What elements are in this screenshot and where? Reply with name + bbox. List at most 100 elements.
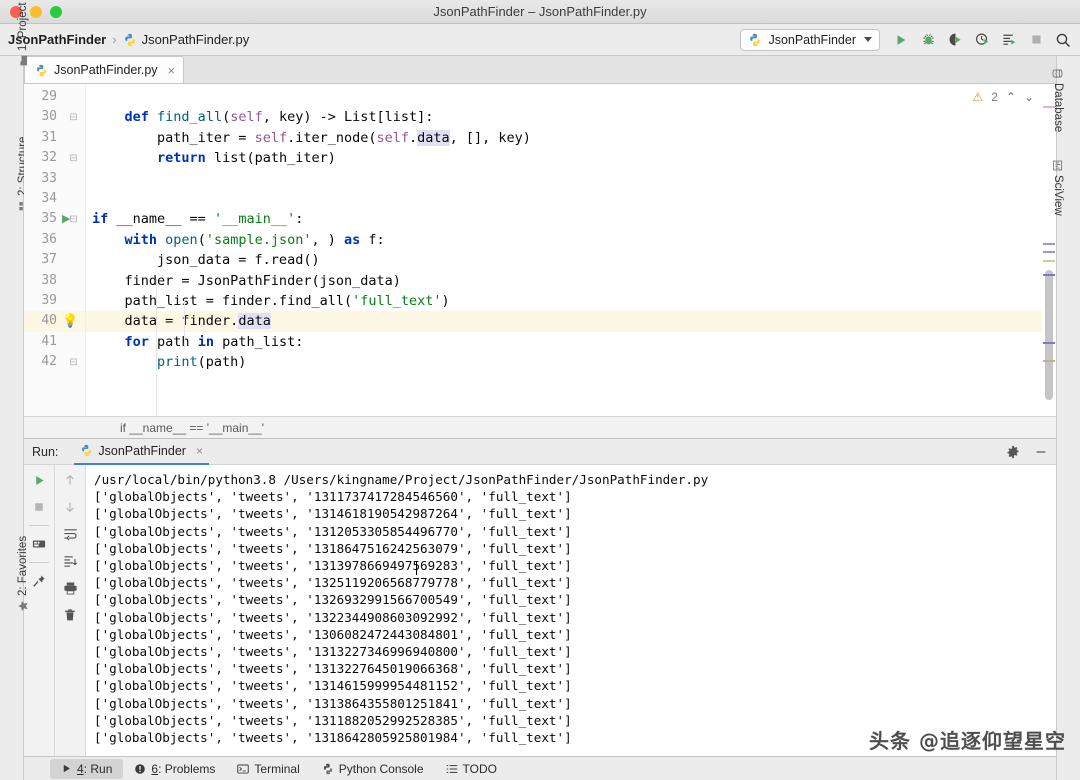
close-run-tab-icon[interactable]: × <box>196 444 203 458</box>
search-icon[interactable] <box>1054 31 1072 49</box>
console-output-line: ['globalObjects', 'tweets', '13138643558… <box>94 695 572 711</box>
editor-gutter[interactable]: 29 30 ⊟ 31 32 ⊟ 33 34 35 ⊟ ▶ 36 37 38 39 40 💡 41 42 ⊟ <box>24 84 86 416</box>
breadcrumb-file-label: JsonPathFinder.py <box>141 32 250 47</box>
console-icon[interactable] <box>30 535 48 553</box>
code-line[interactable]: print(path) <box>92 352 246 372</box>
run-line-marker[interactable]: ▶ <box>62 209 70 229</box>
code-line[interactable]: with open('sample.json', ) as f: <box>92 230 385 250</box>
code-line[interactable]: for path in path_list: <box>92 332 304 352</box>
pin-icon[interactable] <box>30 572 48 590</box>
run-with-console-icon[interactable] <box>1000 31 1018 49</box>
bottom-tool-button-problems[interactable]: 6: Problems <box>123 759 226 779</box>
code-token: data <box>417 129 450 146</box>
code-line[interactable]: finder = JsonPathFinder(json_data) <box>92 271 401 291</box>
left-tool-window-bar: 1: Project 2: Structure 2: Favorites <box>0 2 29 780</box>
console-output-line: ['globalObjects', 'tweets', '13139786694… <box>94 558 572 574</box>
sidebar-item-project[interactable]: 1: Project <box>17 2 29 66</box>
scroll-to-end-icon[interactable] <box>61 552 79 570</box>
warning-count: 2 <box>991 90 998 104</box>
run-icon[interactable] <box>892 31 910 49</box>
code-text-area[interactable]: def find_all(self, key) -> List[list]: p… <box>86 84 1056 416</box>
bottom-tool-button-terminal[interactable]: Terminal <box>226 759 310 779</box>
bottom-tool-button-label: Python Console <box>338 761 424 776</box>
code-line[interactable]: return list(path_iter) <box>92 148 336 168</box>
down-arrow-icon[interactable] <box>61 498 79 516</box>
breadcrumb-file[interactable]: JsonPathFinder.py <box>123 32 250 47</box>
close-tab-icon[interactable]: × <box>168 63 176 78</box>
bottom-tool-button-pythonconsole[interactable]: Python Console <box>311 759 435 779</box>
code-token: json_data = f.read() <box>92 252 320 269</box>
code-line[interactable]: if __name__ == '__main__': <box>92 209 303 229</box>
next-problem-icon[interactable]: ⌄ <box>1024 90 1034 104</box>
coverage-icon[interactable] <box>946 31 964 49</box>
right-tool-window-bar: Database SciView <box>1052 56 1080 780</box>
console-output-line: ['globalObjects', 'tweets', '13146159999… <box>94 678 572 694</box>
bottom-tool-button-todo[interactable]: TODO <box>435 759 508 779</box>
editor-tab-jsonpathfinder[interactable]: JsonPathFinder.py × <box>24 56 185 83</box>
code-line[interactable]: data = finder.data <box>92 311 271 331</box>
code-token: self <box>230 109 263 126</box>
pycharm-window: JsonPathFinder – JsonPathFinder.py JsonP… <box>0 0 1080 780</box>
line-number: 30 <box>41 109 57 125</box>
line-number: 31 <box>41 129 57 145</box>
code-editor[interactable]: 29 30 ⊟ 31 32 ⊟ 33 34 35 ⊟ ▶ 36 37 38 39 40 💡 41 42 ⊟ def f… <box>24 84 1056 416</box>
code-token: return <box>157 150 206 167</box>
line-number: 41 <box>41 333 57 349</box>
console-output-line: ['globalObjects', 'tweets', '13186428059… <box>94 730 572 746</box>
problems-icon <box>134 763 146 775</box>
editor-scrollbar[interactable] <box>1042 84 1056 416</box>
code-token: data = finder. <box>92 313 239 330</box>
sidebar-item-database[interactable]: Database <box>1052 68 1064 132</box>
intention-bulb-icon[interactable]: 💡 <box>62 311 78 331</box>
up-arrow-icon[interactable] <box>61 471 79 489</box>
indent-guide <box>156 279 157 371</box>
minimize-icon[interactable] <box>1034 445 1048 459</box>
navigation-bar: JsonPathFinder › JsonPathFinder.py JsonP… <box>0 24 1080 56</box>
code-line[interactable]: def find_all(self, key) -> List[list]: <box>92 107 434 127</box>
rerun-icon[interactable] <box>30 471 48 489</box>
trash-icon[interactable] <box>61 606 79 624</box>
run-tab-jsonpathfinder[interactable]: JsonPathFinder × <box>74 439 209 465</box>
line-number: 38 <box>41 272 57 288</box>
profile-icon[interactable] <box>973 31 991 49</box>
bottom-tool-button-run[interactable]: 4: Run <box>50 758 124 779</box>
code-token: find_all <box>157 109 223 126</box>
run-window-toolbar <box>24 465 86 756</box>
code-token: == <box>189 211 206 228</box>
star-icon <box>17 600 29 612</box>
run-tool-window-header: Run: JsonPathFinder × <box>24 439 1056 465</box>
code-line[interactable]: json_data = f.read() <box>92 250 320 270</box>
code-fold-icon[interactable]: ⊟ <box>68 352 79 372</box>
toolbar-divider <box>29 562 50 563</box>
run-configuration-selector[interactable]: JsonPathFinder <box>740 28 880 51</box>
bottom-tool-window-bar: 4: Run 6: Problems Terminal Python Console T… <box>24 756 1056 780</box>
prev-problem-icon[interactable]: ⌃ <box>1006 90 1016 104</box>
code-token: __name__ <box>108 211 190 228</box>
console-output-line: ['globalObjects', 'tweets', '13223449086… <box>94 609 572 625</box>
sidebar-item-favorites[interactable]: 2: Favorites <box>17 536 29 612</box>
debug-icon[interactable] <box>919 31 937 49</box>
run-window-label: Run: <box>32 444 59 459</box>
console-output[interactable]: /usr/local/bin/python3.8 /Users/kingname… <box>86 465 1056 756</box>
console-output-line: ['globalObjects', 'tweets', '13118820529… <box>94 712 572 728</box>
code-fold-icon[interactable]: ⊟ <box>68 107 79 127</box>
editor-scrollbar-thumb[interactable] <box>1045 270 1053 400</box>
print-icon[interactable] <box>61 579 79 597</box>
code-token: , ) <box>311 231 345 248</box>
sidebar-item-sciview[interactable]: SciView <box>1052 160 1064 216</box>
code-line[interactable]: path_list = finder.find_all('full_text') <box>92 291 450 311</box>
code-fold-icon[interactable]: ⊟ <box>68 148 79 168</box>
code-token: 'full_text' <box>352 293 442 309</box>
code-token: ) <box>441 293 450 309</box>
inspection-widget[interactable]: ⚠ 2 ⌃ ⌄ <box>972 90 1034 104</box>
editor-tab-label: JsonPathFinder.py <box>54 63 158 77</box>
console-output-line: ['globalObjects', 'tweets', '13060824724… <box>94 626 572 642</box>
settings-gear-icon[interactable] <box>1006 445 1020 459</box>
code-line[interactable]: path_iter = self.iter_node(self.data, []… <box>92 128 531 148</box>
terminal-icon <box>237 763 250 775</box>
soft-wrap-icon[interactable] <box>61 525 79 543</box>
main-body: 1: Project 2: Structure 2: Favorites Jso… <box>0 2 1080 780</box>
